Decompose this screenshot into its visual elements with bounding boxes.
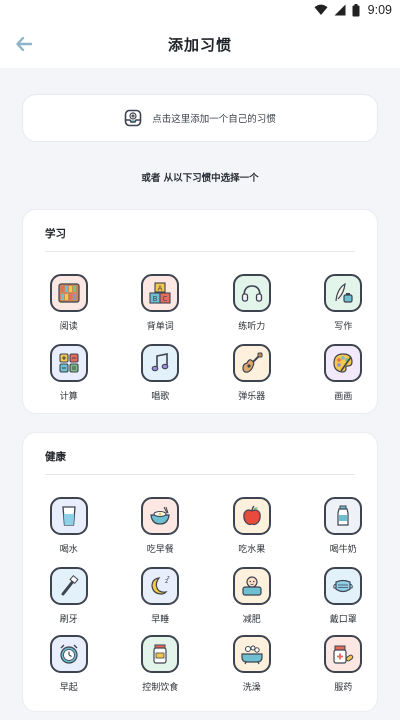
section-divider <box>45 474 355 475</box>
habit-item-drink-water[interactable]: 喝水 <box>23 497 115 565</box>
add-tray-icon <box>124 109 142 127</box>
habit-item-fruit[interactable]: 吃水果 <box>206 497 298 565</box>
add-custom-habit-label: 点击这里添加一个自己的习惯 <box>152 114 276 125</box>
habit-label: 洗澡 <box>242 683 261 693</box>
scale-icon <box>232 567 271 605</box>
habit-label: 阅读 <box>59 322 78 332</box>
paint-palette-icon <box>324 344 363 382</box>
habit-item-instrument[interactable]: 弹乐器 <box>206 344 298 412</box>
back-arrow-icon <box>16 37 32 51</box>
habit-item-reading[interactable]: 阅读 <box>23 274 115 342</box>
svg-text:C: C <box>163 295 168 303</box>
habit-item-bath[interactable]: 洗澡 <box>206 635 298 703</box>
habit-item-milk[interactable]: 喝牛奶 <box>298 497 390 565</box>
habit-item-lose-weight[interactable]: 减肥 <box>206 567 298 635</box>
alarm-clock-icon <box>49 635 88 673</box>
habit-label: 练听力 <box>238 322 266 332</box>
cellular-signal-icon <box>334 4 346 16</box>
habit-label: 喝水 <box>59 545 78 555</box>
music-note-icon <box>141 344 180 382</box>
section-title: 学习 <box>45 228 66 240</box>
habit-label: 刷牙 <box>59 615 78 625</box>
svg-text:z: z <box>167 575 170 581</box>
habit-label: 早起 <box>59 683 78 693</box>
status-time: 9:09 <box>367 3 392 17</box>
habit-item-calculation[interactable]: 计算 <box>23 344 115 412</box>
wifi-icon <box>314 4 328 15</box>
app-header: 添加习惯 <box>0 20 400 68</box>
milk-bottle-icon <box>324 497 363 535</box>
habit-grid: 早起 控制饮食 洗澡 服药 <box>23 635 377 703</box>
toothbrush-icon <box>49 567 88 605</box>
habit-label: 服药 <box>334 683 353 693</box>
habit-item-medicine[interactable]: 服药 <box>298 635 390 703</box>
habit-label: 控制饮食 <box>142 683 179 693</box>
habit-label: 计算 <box>59 392 78 402</box>
calculator-icon <box>49 344 88 382</box>
habit-grid: 计算 唱歌 弹乐器 画画 <box>23 344 377 412</box>
habit-item-listening[interactable]: 练听力 <box>206 274 298 342</box>
habit-item-breakfast[interactable]: 吃早餐 <box>115 497 207 565</box>
habit-label: 写作 <box>334 322 353 332</box>
habit-label: 喝牛奶 <box>329 545 357 555</box>
moon-sleep-icon: z z <box>141 567 180 605</box>
section-divider <box>45 251 355 252</box>
section-title: 健康 <box>45 451 66 463</box>
habit-label: 减肥 <box>242 615 261 625</box>
habit-item-wake-early[interactable]: 早起 <box>23 635 115 703</box>
bookshelf-icon <box>49 274 88 312</box>
choose-hint-text: 或者 从以下习惯中选择一个 <box>141 173 259 184</box>
headphones-icon <box>232 274 271 312</box>
abc-blocks-icon: A B C <box>141 274 180 312</box>
habit-label: 弹乐器 <box>238 392 266 402</box>
habit-grid: 刷牙 z z 早睡 减肥 戴口罩 <box>23 567 377 635</box>
habit-label: 吃早餐 <box>146 545 174 555</box>
page-title: 添加习惯 <box>167 35 232 54</box>
habit-item-diet-control[interactable]: 控制饮食 <box>115 635 207 703</box>
habit-item-writing[interactable]: 写作 <box>298 274 390 342</box>
habit-grid: 喝水 吃早餐 吃水果 喝牛奶 <box>23 497 377 565</box>
food-jar-icon <box>141 635 180 673</box>
habit-item-vocabulary[interactable]: A B C 背单词 <box>115 274 207 342</box>
battery-icon <box>352 3 360 16</box>
status-bar: 9:09 <box>0 0 400 20</box>
back-button[interactable] <box>10 30 38 58</box>
water-glass-icon <box>49 497 88 535</box>
section-study: 学习 阅读 A B C 背单词 练听力 写作 计算 唱歌 弹乐器 画画 <box>22 209 378 414</box>
face-mask-icon <box>324 567 363 605</box>
habit-label: 画画 <box>334 392 353 402</box>
habit-grid: 阅读 A B C 背单词 练听力 写作 <box>23 274 377 342</box>
habit-item-singing[interactable]: 唱歌 <box>115 344 207 412</box>
add-custom-habit-button[interactable]: 点击这里添加一个自己的习惯 <box>22 94 378 142</box>
guitar-icon <box>232 344 271 382</box>
habit-item-brush-teeth[interactable]: 刷牙 <box>23 567 115 635</box>
svg-text:A: A <box>158 285 163 293</box>
habit-label: 背单词 <box>146 322 174 332</box>
apple-icon <box>232 497 271 535</box>
habit-label: 早睡 <box>151 615 170 625</box>
habit-label: 吃水果 <box>238 545 266 555</box>
habit-item-wear-mask[interactable]: 戴口罩 <box>298 567 390 635</box>
quill-ink-icon <box>324 274 363 312</box>
habit-label: 戴口罩 <box>329 615 357 625</box>
svg-text:B: B <box>153 295 158 303</box>
habit-item-painting[interactable]: 画画 <box>298 344 390 412</box>
medicine-icon <box>324 635 363 673</box>
section-health: 健康 喝水 吃早餐 吃水果 喝牛奶 刷牙 z z 早睡 减肥 戴口罩 早起 控制… <box>22 432 378 712</box>
habit-item-sleep-early[interactable]: z z 早睡 <box>115 567 207 635</box>
breakfast-bowl-icon <box>141 497 180 535</box>
habit-label: 唱歌 <box>151 392 170 402</box>
bathtub-icon <box>232 635 271 673</box>
